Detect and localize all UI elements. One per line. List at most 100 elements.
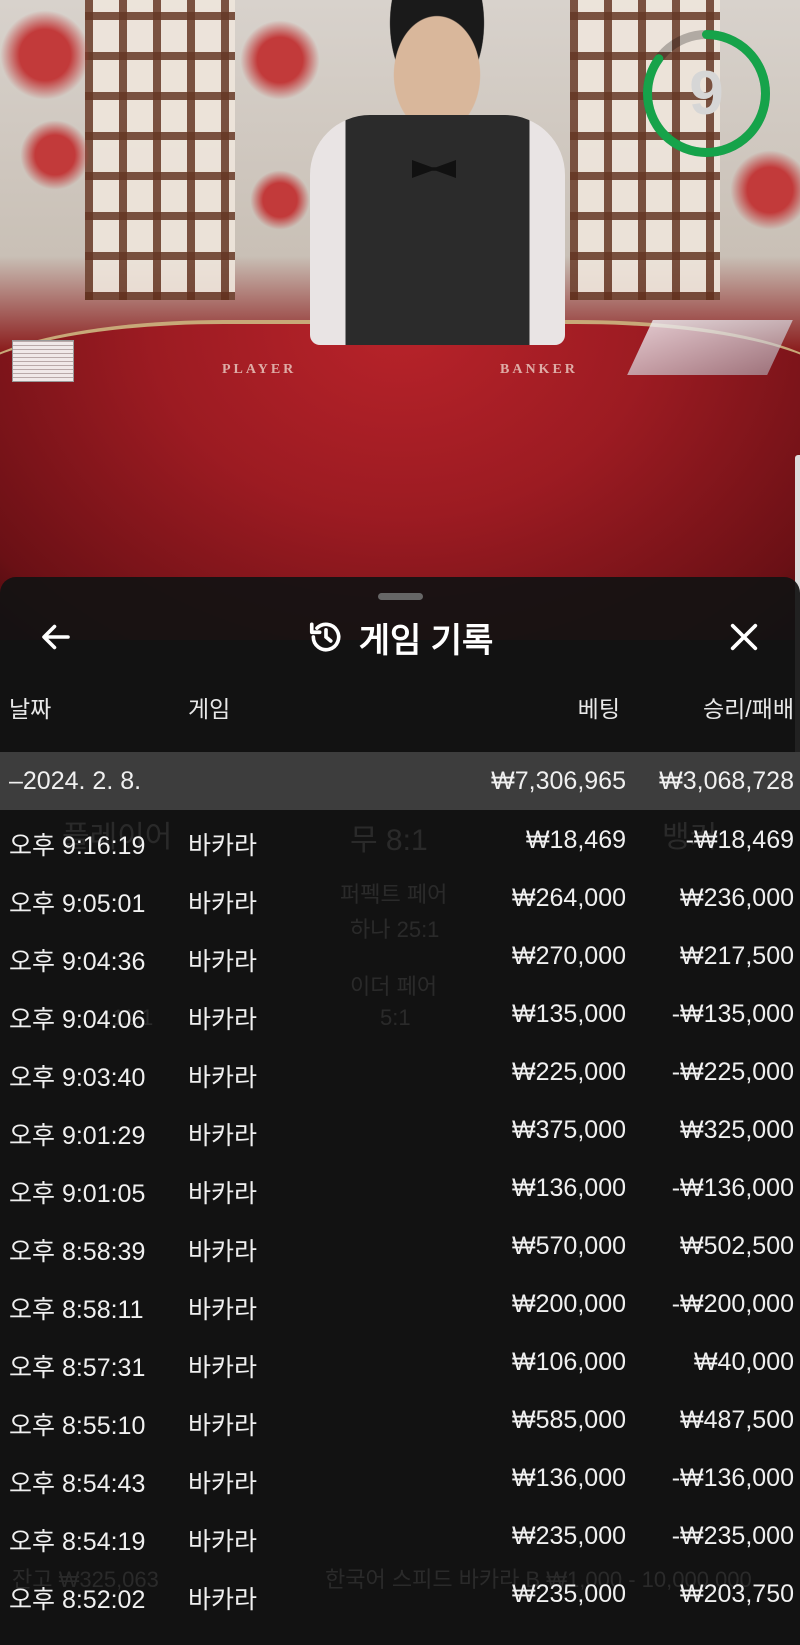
row-bet: ₩135,000	[512, 1000, 626, 1028]
decorative-screen-left	[85, 0, 235, 300]
row-time: 오후 9:01:29	[9, 1122, 146, 1150]
table-row[interactable]: 오후 8:55:10 바카라 ₩585,000 ₩487,500	[0, 1390, 800, 1448]
table-row[interactable]: 오후 8:58:39 바카라 ₩570,000 ₩502,500	[0, 1216, 800, 1274]
table-row[interactable]: 오후 9:01:29 바카라 ₩375,000 ₩325,000	[0, 1100, 800, 1158]
history-clock-icon	[309, 622, 341, 652]
sheet-title-group: 게임 기록	[0, 607, 800, 667]
blossom-decoration	[730, 150, 800, 230]
row-bet: ₩225,000	[512, 1058, 626, 1086]
close-button[interactable]	[714, 607, 774, 667]
row-winloss: -₩136,000	[671, 1174, 794, 1202]
player-area-label: PLAYER	[222, 362, 297, 377]
row-bet: ₩136,000	[512, 1464, 626, 1492]
row-game: 바카라	[188, 948, 258, 976]
row-bet: ₩136,000	[512, 1174, 626, 1202]
row-time: 오후 9:01:05	[9, 1180, 146, 1208]
row-winloss: ₩217,500	[680, 942, 794, 970]
row-time: 오후 9:03:40	[9, 1064, 146, 1092]
history-list: 오후 9:16:19 바카라 ₩18,469 -₩18,469 오후 9:05:01 바카…	[0, 810, 800, 1622]
row-winloss: ₩203,750	[680, 1580, 794, 1608]
group-winloss-total: ₩3,068,728	[659, 767, 794, 795]
row-game: 바카라	[188, 1586, 258, 1614]
discard-cards	[12, 340, 74, 382]
row-game: 바카라	[188, 832, 258, 860]
row-game: 바카라	[188, 890, 258, 918]
group-date: –2024. 2. 8.	[9, 767, 142, 795]
row-winloss: -₩18,469	[685, 826, 794, 854]
row-time: 오후 8:54:19	[9, 1528, 146, 1556]
row-time: 오후 8:58:11	[9, 1296, 144, 1324]
row-time: 오후 9:05:01	[9, 890, 146, 918]
row-bet: ₩585,000	[512, 1406, 626, 1434]
row-game: 바카라	[188, 1238, 258, 1266]
row-bet: ₩570,000	[512, 1232, 626, 1260]
date-group-row[interactable]: –2024. 2. 8. ₩7,306,965 ₩3,068,728	[0, 752, 800, 810]
blossom-decoration	[0, 10, 90, 100]
table-row[interactable]: 오후 8:58:11 바카라 ₩200,000 -₩200,000	[0, 1274, 800, 1332]
row-bet: ₩264,000	[512, 884, 626, 912]
row-time: 오후 8:54:43	[9, 1470, 146, 1498]
row-bet: ₩235,000	[512, 1580, 626, 1608]
table-row[interactable]: 오후 9:04:36 바카라 ₩270,000 ₩217,500	[0, 926, 800, 984]
row-game: 바카라	[188, 1470, 258, 1498]
row-winloss: ₩487,500	[680, 1406, 794, 1434]
row-bet: ₩200,000	[512, 1290, 626, 1318]
row-game: 바카라	[188, 1122, 258, 1150]
live-video: PLAYER BANKER 9	[0, 0, 800, 640]
card-shoe	[627, 320, 793, 375]
table-row[interactable]: 오후 8:52:02 바카라 ₩235,000 ₩203,750	[0, 1564, 800, 1622]
page-title: 게임 기록	[358, 621, 494, 660]
table-row[interactable]: 오후 9:01:05 바카라 ₩136,000 -₩136,000	[0, 1158, 800, 1216]
row-bet: ₩18,469	[525, 826, 626, 854]
table-row[interactable]: 오후 9:16:19 바카라 ₩18,469 -₩18,469	[0, 810, 800, 868]
blossom-decoration	[250, 170, 310, 230]
table-row[interactable]: 오후 9:04:06 바카라 ₩135,000 -₩135,000	[0, 984, 800, 1042]
table-row[interactable]: 오후 8:54:19 바카라 ₩235,000 -₩235,000	[0, 1506, 800, 1564]
row-time: 오후 9:16:19	[9, 832, 146, 860]
table-row[interactable]: 오후 8:57:31 바카라 ₩106,000 ₩40,000	[0, 1332, 800, 1390]
row-winloss: ₩502,500	[680, 1232, 794, 1260]
table-row[interactable]: 오후 9:03:40 바카라 ₩225,000 -₩225,000	[0, 1042, 800, 1100]
row-time: 오후 8:55:10	[9, 1412, 146, 1440]
dealer	[310, 115, 565, 345]
column-header-winloss[interactable]: 승리/패배	[630, 690, 794, 722]
row-game: 바카라	[188, 1006, 258, 1034]
blossom-decoration	[20, 120, 90, 190]
close-x-icon	[730, 623, 758, 651]
row-winloss: ₩325,000	[680, 1116, 794, 1144]
row-bet: ₩235,000	[512, 1522, 626, 1550]
countdown-timer: 9	[640, 27, 773, 160]
row-winloss: -₩136,000	[671, 1464, 794, 1492]
row-winloss: -₩225,000	[671, 1058, 794, 1086]
sheet-header: 게임 기록	[0, 607, 800, 667]
row-game: 바카라	[188, 1354, 258, 1382]
sheet-drag-handle[interactable]	[378, 593, 423, 600]
row-bet: ₩270,000	[512, 942, 626, 970]
row-bet: ₩375,000	[512, 1116, 626, 1144]
column-header-date[interactable]: 날짜	[9, 690, 51, 722]
banker-area-label: BANKER	[500, 362, 578, 377]
row-time: 오후 8:52:02	[9, 1586, 146, 1614]
row-game: 바카라	[188, 1528, 258, 1556]
row-time: 오후 9:04:36	[9, 948, 146, 976]
column-header-bet[interactable]: 베팅	[520, 690, 620, 722]
table-row[interactable]: 오후 9:05:01 바카라 ₩264,000 ₩236,000	[0, 868, 800, 926]
row-winloss: -₩135,000	[671, 1000, 794, 1028]
row-winloss: ₩236,000	[680, 884, 794, 912]
row-game: 바카라	[188, 1412, 258, 1440]
row-time: 오후 8:57:31	[9, 1354, 146, 1382]
column-header-game[interactable]: 게임	[188, 690, 230, 722]
row-winloss: -₩200,000	[671, 1290, 794, 1318]
row-game: 바카라	[188, 1180, 258, 1208]
game-history-sheet: 플레이어 무 8:1 뱅커 퍼펙트 페어 하나 25:1 이더 페어 5:1 1…	[0, 577, 800, 1645]
countdown-number: 9	[689, 59, 724, 128]
blossom-decoration	[240, 20, 320, 100]
row-game: 바카라	[188, 1296, 258, 1324]
table-row[interactable]: 오후 8:54:43 바카라 ₩136,000 -₩136,000	[0, 1448, 800, 1506]
row-game: 바카라	[188, 1064, 258, 1092]
group-bet-total: ₩7,306,965	[491, 767, 626, 795]
row-winloss: ₩40,000	[693, 1348, 794, 1376]
row-time: 오후 9:04:06	[9, 1006, 146, 1034]
row-bet: ₩106,000	[512, 1348, 626, 1376]
row-time: 오후 8:58:39	[9, 1238, 146, 1266]
